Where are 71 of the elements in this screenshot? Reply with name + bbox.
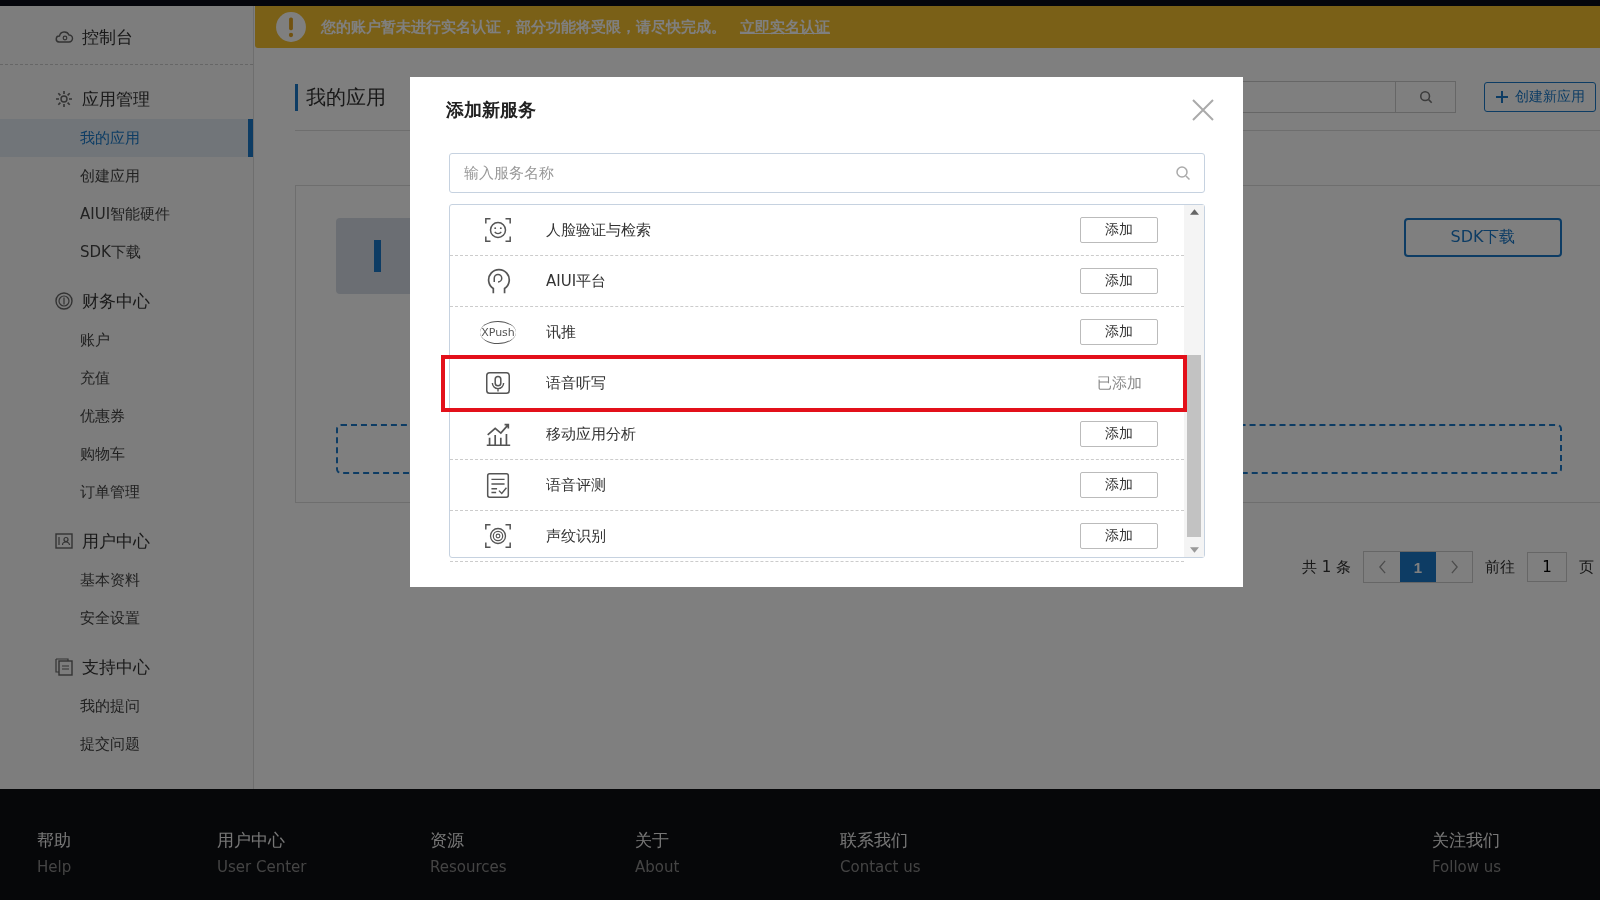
service-name: 人脸验证与检索	[546, 220, 652, 240]
footer-heading[interactable]: 用户中心	[217, 829, 430, 852]
footer-heading[interactable]: 帮助	[37, 829, 217, 852]
service-name: 语音听写	[546, 373, 607, 393]
sidebar-item[interactable]: 我的提问	[0, 687, 253, 725]
service-name: AIUI平台	[546, 271, 608, 291]
add-button[interactable]: 添加	[1080, 421, 1158, 447]
sidebar-item[interactable]: 基本资料	[0, 561, 253, 599]
scrollbar[interactable]	[1184, 205, 1204, 557]
plus-icon	[1495, 90, 1509, 104]
sidebar-item[interactable]: 优惠券	[0, 397, 253, 435]
sidebar-item[interactable]: 购物车	[0, 435, 253, 473]
fingerprint-icon	[483, 521, 513, 551]
sidebar-item[interactable]: 提交问题	[0, 725, 253, 763]
sidebar-link[interactable]: 控制台	[82, 25, 133, 49]
coin-icon	[54, 291, 74, 311]
goto-label: 前往	[1485, 557, 1515, 577]
footer-heading[interactable]: 联系我们	[840, 829, 1045, 852]
sidebar-item[interactable]: 安全设置	[0, 599, 253, 637]
page-unit: 页	[1579, 557, 1594, 577]
service-search-field[interactable]: 输入服务名称	[449, 153, 1205, 193]
footer-heading: 关注我们	[1432, 829, 1501, 852]
chevron-left-icon	[1377, 560, 1387, 574]
scroll-down-icon[interactable]	[1189, 547, 1199, 553]
sidebar-heading: 财务中心	[82, 289, 150, 313]
dialog-title: 添加新服务	[446, 98, 536, 122]
footer-subheading: Follow us	[1432, 858, 1503, 876]
sidebar-item[interactable]: 订单管理	[0, 473, 253, 511]
added-status: 已添加	[1095, 373, 1143, 393]
search-icon	[1175, 165, 1191, 181]
footer-subheading: About	[635, 858, 681, 876]
add-button[interactable]: 添加	[1080, 472, 1158, 498]
document-icon	[54, 657, 74, 677]
sidebar-item[interactable]: 充值	[0, 359, 253, 397]
search-button[interactable]	[1396, 81, 1456, 113]
sidebar-heading: 支持中心	[82, 655, 150, 679]
footer-subheading: Contact us	[840, 858, 922, 876]
sdk-download-button[interactable]: SDK下载	[1404, 218, 1562, 257]
add-button[interactable]: 添加	[1080, 319, 1158, 345]
total-count: 共 1 条	[1301, 557, 1351, 577]
service-name: 声纹识别	[546, 526, 607, 546]
sidebar-item[interactable]: AIUI智能硬件	[0, 195, 253, 233]
scroll-up-icon[interactable]	[1189, 209, 1199, 215]
page-title: 我的应用	[295, 83, 386, 111]
service-name: 语音评测	[546, 475, 607, 495]
search-icon	[1418, 90, 1433, 104]
footer-subheading: Resources	[430, 858, 508, 876]
service-name: 讯推	[546, 322, 577, 342]
warning-message: 您的账户暂未进行实名认证，部分功能将受限，请尽快完成。	[321, 17, 726, 37]
push-logo: XPush	[480, 320, 516, 344]
sidebar-item[interactable]: SDK下载	[0, 233, 253, 271]
sidebar-item[interactable]: 我的应用	[0, 119, 253, 157]
footer-heading[interactable]: 关于	[635, 829, 840, 852]
sidebar-item[interactable]: 账户	[0, 321, 253, 359]
sidebar-heading: 用户中心	[82, 529, 150, 553]
add-button[interactable]: 添加	[1080, 523, 1158, 549]
page-input[interactable]: 1	[1527, 552, 1567, 582]
add-button[interactable]: 添加	[1080, 268, 1158, 294]
id-card-icon	[54, 531, 74, 551]
footer-subheading: Help	[37, 858, 73, 876]
chevron-right-icon	[1449, 560, 1459, 574]
page-button[interactable]: 1	[1400, 552, 1436, 582]
sidebar-item[interactable]: 创建应用	[0, 157, 253, 195]
footer-heading[interactable]: 资源	[430, 829, 635, 852]
face-scan-icon	[483, 215, 513, 245]
footer-subheading: User Center	[217, 858, 308, 876]
service-name: 移动应用分析	[546, 424, 637, 444]
sidebar-heading: 应用管理	[82, 87, 150, 111]
create-app-button[interactable]: 创建新应用	[1484, 82, 1596, 112]
add-button[interactable]: 添加	[1080, 217, 1158, 243]
warning-icon	[275, 11, 307, 43]
